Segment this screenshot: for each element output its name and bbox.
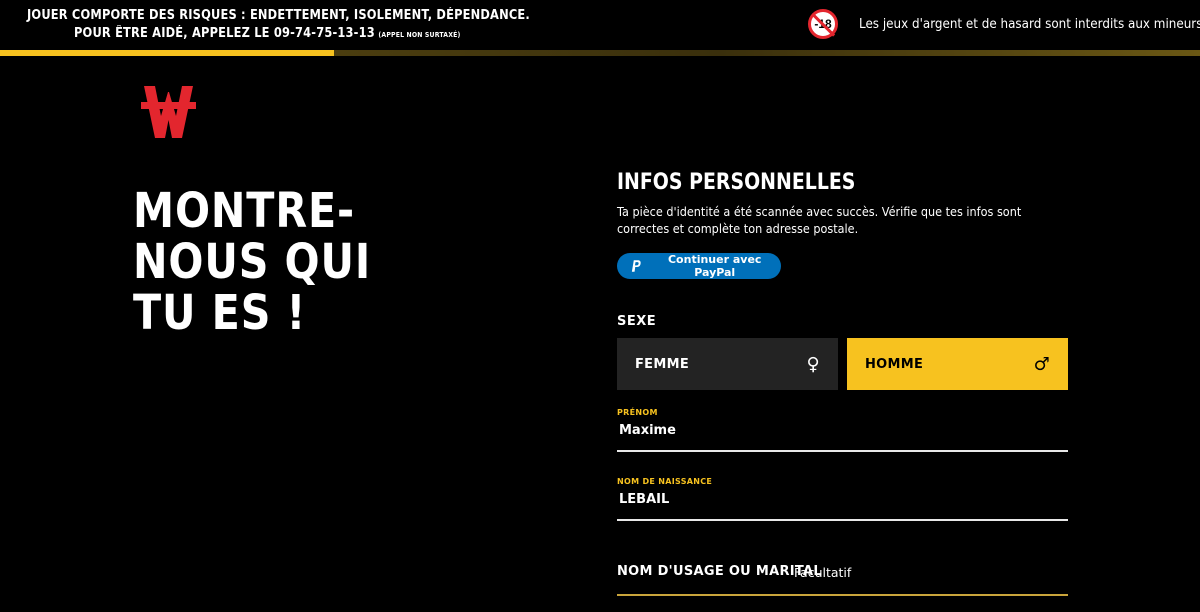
paypal-icon [631,260,641,272]
sexe-option-homme[interactable]: HOMME ♂ [847,338,1068,390]
nom-naissance-input[interactable] [617,486,1068,521]
nom-usage-label: NOM D'USAGE OU MARITAL [617,564,823,579]
nom-usage-field[interactable]: NOM D'USAGE OU MARITAL Facultatif [617,564,1068,596]
age-restriction-icon: -18 [808,9,838,39]
signup-progress-bar [0,50,1200,56]
nom-usage-optional-hint: Facultatif [794,565,852,580]
section-description: Ta pièce d'identité a été scannée avec s… [617,204,1022,236]
warning-helpline-note: (APPEL NON SURTAXÉ) [378,31,461,39]
nom-naissance-label: NOM DE NAISSANCE [617,477,713,486]
paypal-continue-button[interactable]: Continuer avec PayPal [617,253,781,279]
warning-line-2: POUR ÊTRE AIDÉ, APPELEZ LE 09-74-75-13-1… [74,26,461,41]
prenom-input[interactable] [617,417,1068,452]
prenom-field: PRÉNOM [617,408,1068,452]
prenom-label: PRÉNOM [617,408,658,417]
female-icon: ♀ [806,353,820,375]
headline-line-3: TU ES ! [133,285,307,341]
warning-banner: JOUER COMPORTE DES RISQUES : ENDETTEMENT… [0,0,1200,50]
sexe-label: SEXE [617,314,657,329]
sexe-option-femme-label: FEMME [635,356,690,372]
headline-line-2: NOUS QUI [133,234,372,290]
section-title: INFOS PERSONNELLES [617,170,856,195]
warning-line-1: JOUER COMPORTE DES RISQUES : ENDETTEMENT… [27,8,530,23]
signup-progress-fill [0,50,334,56]
winamax-w-logo-icon[interactable] [141,86,196,138]
sexe-option-femme[interactable]: FEMME ♀ [617,338,838,390]
minors-warning-text: Les jeux d'argent et de hasard sont inte… [859,17,1200,32]
paypal-button-label: Continuer avec PayPal [667,253,762,279]
warning-helpline: POUR ÊTRE AIDÉ, APPELEZ LE 09-74-75-13-1… [74,26,375,41]
male-icon: ♂ [1033,353,1050,375]
sexe-option-homme-label: HOMME [865,356,924,372]
headline-line-1: MONTRE- [133,183,356,239]
page-headline: MONTRE- NOUS QUI TU ES ! [133,186,443,339]
nom-naissance-field: NOM DE NAISSANCE [617,477,1068,521]
